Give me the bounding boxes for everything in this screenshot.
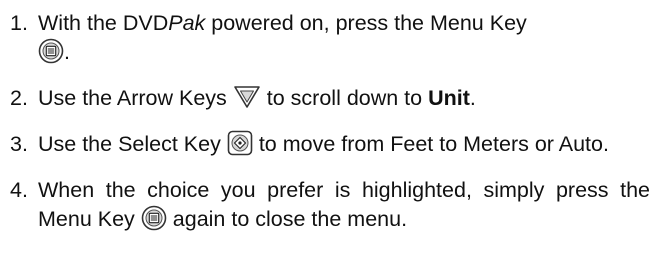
- step-4: 4. When the choice you prefer is highlig…: [10, 176, 650, 234]
- step-text-part: again to close the menu.: [172, 207, 408, 231]
- step-text-part: .: [64, 40, 70, 64]
- instruction-list: 1. With the DVDPak powered on, press the…: [10, 9, 650, 234]
- step-text-part: to move from Feet to Meters or Auto.: [258, 132, 609, 156]
- unit-menu-item-bold: Unit: [428, 86, 470, 110]
- step-text-part: to scroll down to: [266, 86, 429, 110]
- step-1: 1. With the DVDPak powered on, press the…: [10, 9, 650, 67]
- step-number: 3.: [10, 132, 28, 156]
- select-key-icon: [227, 130, 253, 156]
- menu-key-icon: [38, 38, 64, 64]
- step-text: With the DVDPak powered on, press the Me…: [38, 9, 650, 67]
- step-2: 2. Use the Arrow Keys to scroll down to …: [10, 84, 650, 113]
- step-text-part: Use the Select Key: [38, 132, 221, 156]
- step-text: When the choice you prefer is highlighte…: [38, 176, 650, 234]
- step-text-part: With the DVD: [38, 11, 169, 35]
- product-name-italic: Pak: [168, 11, 206, 35]
- step-text-part: .: [469, 86, 476, 110]
- step-text-part: Use the Arrow Keys: [38, 86, 227, 110]
- menu-key-icon: [141, 205, 167, 231]
- arrow-down-key-icon: [233, 85, 261, 109]
- step-3: 3. Use the Select Key to move from Feet …: [10, 130, 650, 159]
- step-number: 2.: [10, 86, 28, 110]
- step-text-part: powered on, press the Menu Key: [205, 11, 527, 35]
- step-number: 1.: [10, 11, 28, 35]
- step-number: 4.: [10, 178, 28, 202]
- step-text: Use the Arrow Keys to scroll down to Uni…: [38, 84, 650, 113]
- step-text: Use the Select Key to move from Feet to …: [38, 130, 650, 159]
